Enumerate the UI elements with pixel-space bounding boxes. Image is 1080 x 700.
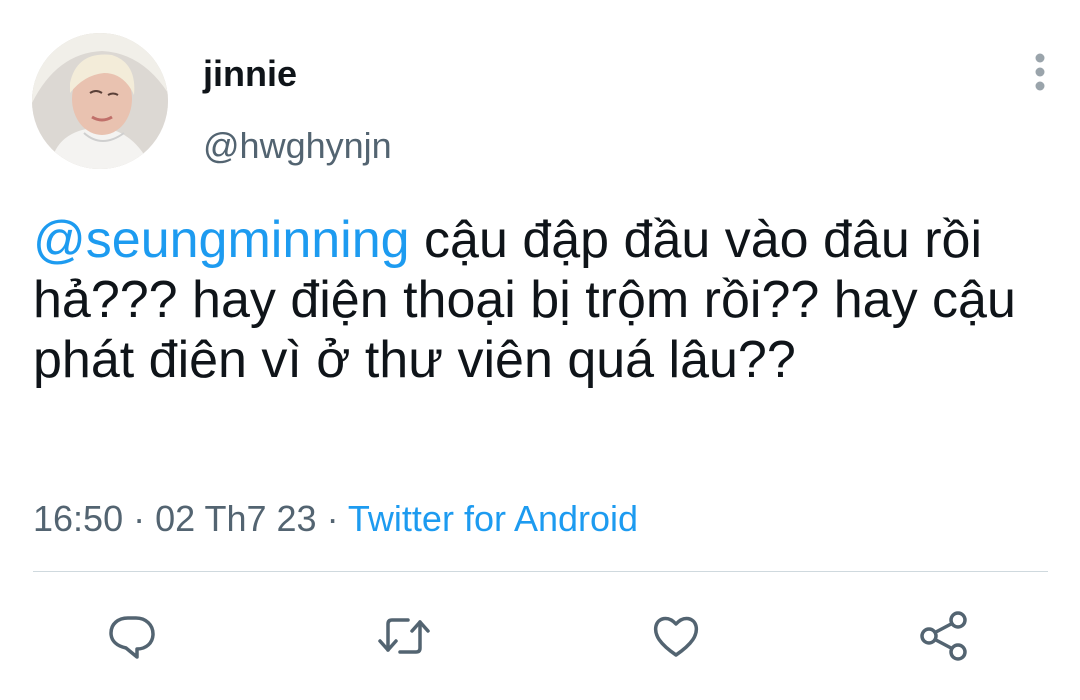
reply-bubble-icon — [109, 616, 155, 659]
user-handle[interactable]: @hwghynjn — [203, 124, 392, 168]
display-name[interactable]: jinnie — [203, 52, 297, 96]
retweet-button[interactable] — [376, 608, 432, 664]
tweet-time: 16:50 — [33, 498, 124, 539]
divider — [33, 571, 1048, 572]
profile-photo — [32, 33, 168, 169]
retweet-icon — [378, 618, 430, 654]
share-icon — [920, 611, 967, 661]
tweet-date: 02 Th7 23 — [155, 498, 317, 539]
tweet-text: @seungminning cậu đập đầu vào đâu rồi hả… — [33, 210, 1043, 390]
share-button[interactable] — [916, 608, 972, 664]
more-vertical-icon[interactable] — [1020, 50, 1060, 94]
meta-separator: · — [316, 498, 348, 539]
tweet-source-link[interactable]: Twitter for Android — [348, 498, 638, 539]
heart-icon — [653, 616, 699, 657]
reply-button[interactable] — [104, 608, 160, 664]
mention-link[interactable]: @seungminning — [33, 211, 410, 269]
avatar[interactable] — [32, 33, 168, 169]
meta-separator: · — [123, 498, 156, 539]
tweet-meta: 16:50 · 02 Th7 23 · Twitter for Android — [33, 494, 638, 544]
like-button[interactable] — [648, 608, 704, 664]
